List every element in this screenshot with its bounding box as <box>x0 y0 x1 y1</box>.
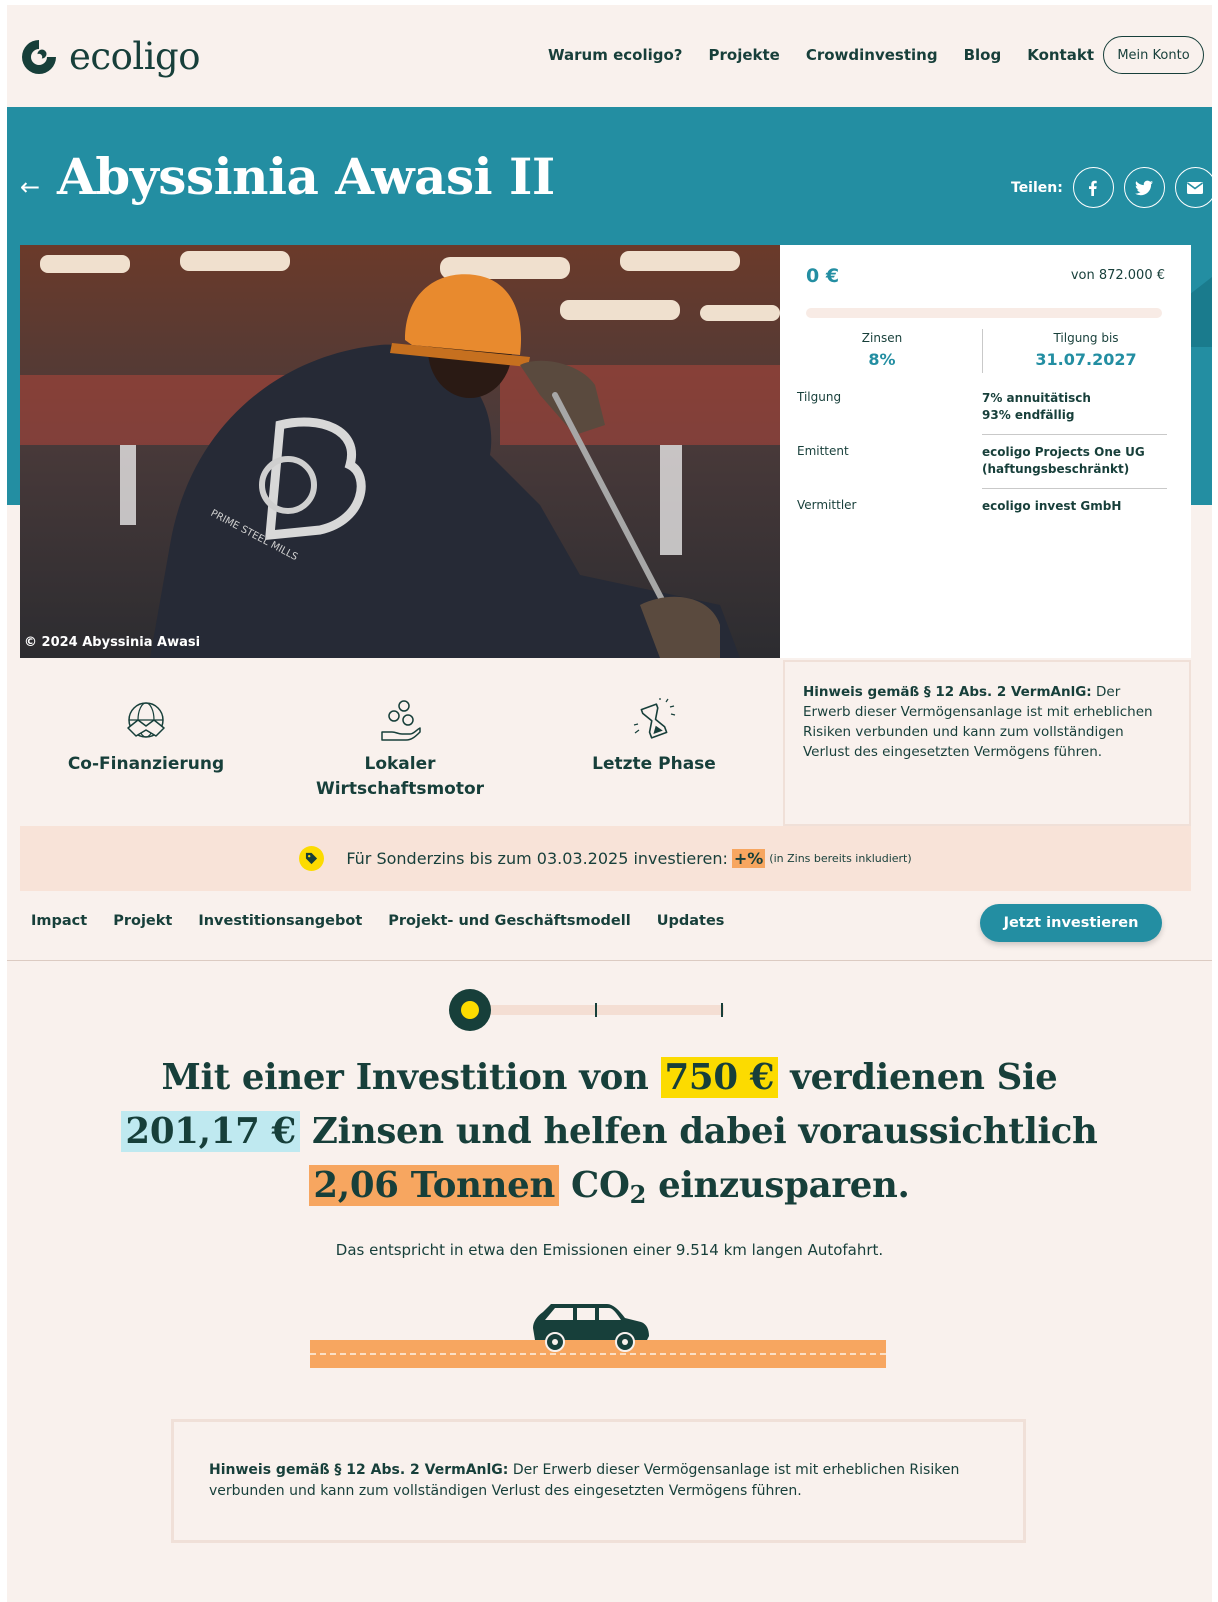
section-tabs: Impact Projekt Investitionsangebot Proje… <box>31 913 724 929</box>
interest-amount: 201,17 € <box>121 1111 300 1152</box>
share-label: Teilen: <box>1011 179 1063 196</box>
promo-note: (in Zins bereits inkludiert) <box>769 852 912 865</box>
funding-progress-bar <box>806 308 1162 318</box>
tag-icon <box>299 846 325 871</box>
slider-tick <box>721 1003 723 1017</box>
detail-key: Emittent <box>797 444 849 458</box>
tab-impact[interactable]: Impact <box>31 913 87 929</box>
nav-projekte[interactable]: Projekte <box>709 46 780 64</box>
feature-lokaler-wirtschaftsmotor: Lokaler Wirtschaftsmotor <box>274 698 526 802</box>
special-interest-banner: Für Sonderzins bis zum 03.03.2025 invest… <box>20 826 1191 891</box>
promo-text: Für Sonderzins bis zum 03.03.2025 invest… <box>346 849 728 868</box>
hourglass-icon <box>633 698 676 739</box>
feature-label: Lokaler Wirtschaftsmotor <box>315 754 485 799</box>
share-bar: Teilen: <box>1011 167 1212 208</box>
ecoligo-logo[interactable]: ecoligo <box>19 35 201 78</box>
tabs-divider <box>7 960 1212 961</box>
detail-key: Vermittler <box>797 498 857 512</box>
facebook-icon[interactable] <box>1072 167 1114 208</box>
nav-crowdinvesting[interactable]: Crowdinvesting <box>806 46 938 64</box>
impact-headline: Mit einer Investition von 750 € verdiene… <box>107 1051 1112 1222</box>
emission-equivalent: Das entspricht in etwa den Emissionen ei… <box>335 1241 884 1259</box>
headline-text: Zinsen und helfen dabei voraussichtlich <box>312 1111 1098 1152</box>
twitter-icon[interactable] <box>1123 167 1165 208</box>
nav-kontakt[interactable]: Kontakt <box>1027 46 1094 64</box>
risk-notice-title: Hinweis gemäß § 12 Abs. 2 VermAnlG: <box>803 684 1092 700</box>
investment-amount: 750 € <box>660 1057 779 1098</box>
interest-stat: Zinsen 8% <box>782 331 982 369</box>
slider-handle[interactable] <box>449 989 491 1031</box>
detail-value: ecoligo invest GmbH <box>982 499 1122 513</box>
feature-co-finanzierung: Co-Finanzierung <box>20 698 272 777</box>
feature-label: Co-Finanzierung <box>67 754 225 774</box>
raised-amount: 0 € <box>806 265 840 287</box>
repayment-label: Tilgung bis <box>1053 331 1119 345</box>
nav-warum-ecoligo[interactable]: Warum ecoligo? <box>548 46 682 64</box>
worker-photo-illustration: PRIME STEEL MILLS <box>20 245 780 658</box>
co2-symbol: CO2 <box>571 1165 647 1209</box>
detail-value: ecoligo Projects One UG (haftungsbeschrän… <box>982 445 1145 476</box>
feature-letzte-phase: Letzte Phase <box>528 698 780 777</box>
funding-card: 0 € von 872.000 € Zinsen 8% Tilgung bis … <box>780 245 1191 658</box>
nav-blog[interactable]: Blog <box>964 46 1002 64</box>
risk-notice-bottom: Hinweis gemäß § 12 Abs. 2 VermAnlG: Der … <box>171 1419 1026 1543</box>
risk-notice: Hinweis gemäß § 12 Abs. 2 VermAnlG: Der … <box>783 660 1191 826</box>
headline-text: einzusparen. <box>658 1165 910 1206</box>
site-header: ecoligo Warum ecoligo? Projekte Crowdinv… <box>7 5 1212 107</box>
tab-projekt[interactable]: Projekt <box>113 913 172 929</box>
main-nav: Warum ecoligo? Projekte Crowdinvesting B… <box>548 46 1094 64</box>
project-photo: PRIME STEEL MILLS © 2024 Abyssinia Awasi <box>20 245 780 658</box>
slider-tick <box>595 1003 597 1017</box>
headline-text: verdienen Sie <box>790 1057 1058 1098</box>
detail-key: Tilgung <box>797 390 842 404</box>
divider <box>982 488 1167 489</box>
handshake-globe-icon <box>127 702 165 738</box>
coins-hand-icon <box>381 700 421 741</box>
co2-amount: 2,06 Tonnen <box>309 1165 559 1206</box>
photo-credit: © 2024 Abyssinia Awasi <box>24 635 201 650</box>
feature-label: Letzte Phase <box>592 754 716 774</box>
back-arrow-icon[interactable]: ← <box>20 173 40 201</box>
divider <box>982 434 1167 435</box>
page: ecoligo Warum ecoligo? Projekte Crowdinv… <box>7 5 1212 1602</box>
headline-text: Mit einer Investition von <box>161 1057 649 1098</box>
feature-highlights: Co-Finanzierung LokalerWirtschaftsmotor <box>20 658 780 826</box>
promo-bonus: +% <box>731 849 766 868</box>
interest-label: Zinsen <box>861 331 903 345</box>
tab-updates[interactable]: Updates <box>657 913 725 929</box>
funding-goal: von 872.000 € <box>1070 268 1165 283</box>
invest-now-button[interactable]: Jetzt investieren <box>980 904 1162 942</box>
logo-wordmark: ecoligo <box>69 35 201 78</box>
repayment-value: 31.07.2027 <box>1035 350 1137 369</box>
investment-slider[interactable] <box>449 989 729 1031</box>
project-title: Abyssinia Awasi II <box>57 147 555 206</box>
account-button[interactable]: Mein Konto <box>1103 36 1204 74</box>
car-icon <box>533 1304 649 1352</box>
repayment-stat: Tilgung bis 31.07.2027 <box>986 331 1186 369</box>
email-icon[interactable] <box>1174 167 1212 208</box>
stat-divider <box>982 329 983 373</box>
interest-value: 8% <box>868 350 896 369</box>
risk-notice-title: Hinweis gemäß § 12 Abs. 2 VermAnlG: <box>209 1462 509 1478</box>
detail-value: 7% annuitätisch 93% endfällig <box>982 391 1091 422</box>
tab-geschaeftsmodell[interactable]: Projekt- und Geschäftsmodell <box>388 913 630 929</box>
tab-investitionsangebot[interactable]: Investitionsangebot <box>198 913 362 929</box>
ecoligo-logo-icon <box>22 39 56 74</box>
